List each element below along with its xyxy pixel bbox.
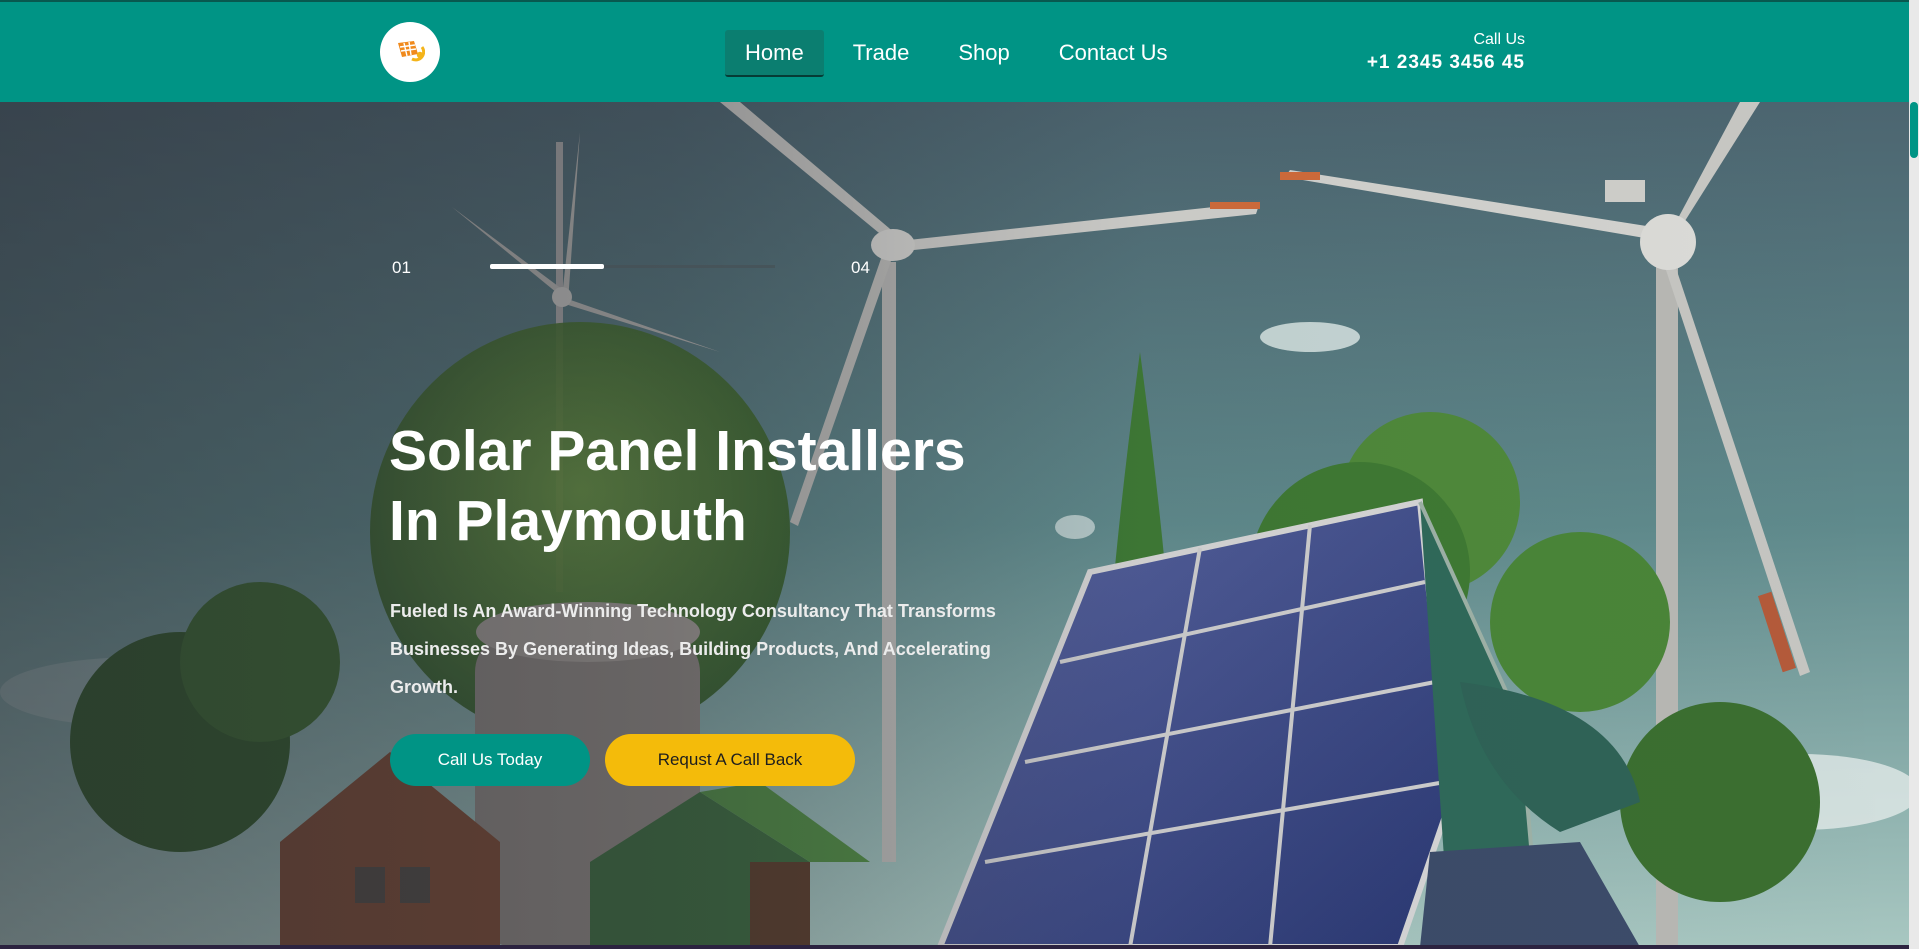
hero-title: Solar Panel Installers In Playmouth xyxy=(389,416,1089,556)
main-nav: Home Trade Shop Contact Us xyxy=(725,30,1197,77)
scrollbar-thumb[interactable] xyxy=(1910,102,1918,158)
nav-contact-us[interactable]: Contact Us xyxy=(1039,30,1188,77)
slide-counter-start: 01 xyxy=(392,258,411,277)
slide-progress-track[interactable] xyxy=(490,264,775,269)
request-call-back-button[interactable]: Requst A Call Back xyxy=(605,734,855,786)
logo[interactable] xyxy=(380,22,440,82)
nav-trade[interactable]: Trade xyxy=(833,30,930,77)
hero-title-line-2: In Playmouth xyxy=(389,489,747,553)
site-header: Home Trade Shop Contact Us Call Us +1 23… xyxy=(0,0,1909,102)
slide-progress-fill xyxy=(490,264,604,269)
header-call-us: Call Us +1 2345 3456 45 xyxy=(1367,30,1525,76)
call-us-today-button[interactable]: Call Us Today xyxy=(390,734,590,786)
slide-counter-end: 04 xyxy=(851,258,870,277)
hero-description: Fueled Is An Award-Winning Technology Co… xyxy=(390,601,996,697)
page-bottom-border xyxy=(0,945,1909,949)
solar-sun-logo-icon xyxy=(398,41,425,62)
nav-shop[interactable]: Shop xyxy=(938,30,1029,77)
phone-number[interactable]: +1 2345 3456 45 xyxy=(1367,50,1525,76)
call-us-label: Call Us xyxy=(1473,31,1525,48)
page-scrollbar[interactable] xyxy=(1909,0,1919,949)
nav-home[interactable]: Home xyxy=(725,30,824,77)
hero-title-line-1: Solar Panel Installers xyxy=(389,419,966,483)
